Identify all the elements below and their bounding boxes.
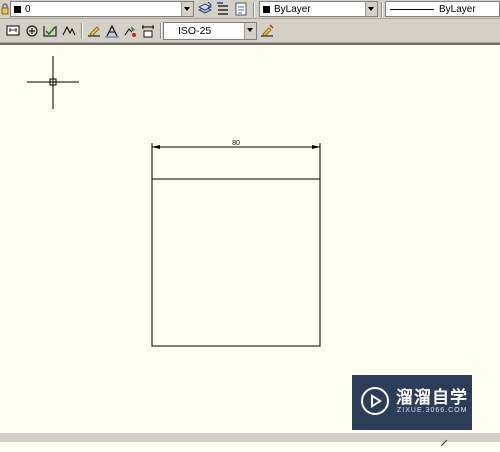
- status-tray-icon[interactable]: [440, 434, 448, 447]
- color-control-dropdown[interactable]: ByLayer: [259, 1, 378, 17]
- linear-dimension[interactable]: [151, 143, 321, 179]
- layer-previous-icon[interactable]: [214, 0, 232, 18]
- chevron-down-icon[interactable]: [365, 2, 377, 16]
- dimension-baseline-icon[interactable]: [4, 22, 22, 40]
- toolbar-separator: [253, 2, 255, 17]
- crosshair-cursor-icon: [27, 56, 79, 109]
- dimension-style-manager-icon[interactable]: [258, 22, 276, 40]
- dimension-style-dropdown[interactable]: ISO-25: [163, 22, 257, 40]
- layer-lock-icon[interactable]: [0, 0, 10, 18]
- toolbar-separator: [160, 23, 162, 39]
- dimension-update-icon[interactable]: [121, 22, 139, 40]
- dimension-jogged-linear-icon[interactable]: [60, 22, 78, 40]
- chevron-down-icon[interactable]: [181, 2, 193, 16]
- watermark-brand-name: 溜溜自学: [396, 388, 468, 408]
- layer-dropdown-value: 0: [25, 4, 31, 15]
- dimension-style-value: ISO-25: [178, 25, 212, 37]
- chevron-down-icon[interactable]: [244, 23, 256, 39]
- layer-states-icon[interactable]: [232, 0, 250, 18]
- toolbar-separator: [381, 2, 383, 17]
- drawing-canvas[interactable]: 80: [0, 45, 500, 432]
- watermark-logo: 溜溜自学 ZIXUE.3066.COM: [352, 375, 472, 430]
- color-swatch: [263, 6, 270, 13]
- layer-dropdown[interactable]: 0: [10, 1, 194, 17]
- drawn-rectangle[interactable]: [151, 178, 321, 347]
- dimension-text-edit-icon[interactable]: [103, 22, 121, 40]
- dimension-reassociate-icon[interactable]: [139, 22, 157, 40]
- color-control-value: ByLayer: [274, 4, 311, 15]
- dimension-toolbar: ISO-25: [0, 19, 500, 43]
- dimension-center-mark-icon[interactable]: [23, 22, 41, 40]
- layer-color-swatch: [14, 6, 21, 13]
- make-object-layer-current-icon[interactable]: [196, 0, 214, 18]
- tolerance-icon[interactable]: [41, 22, 59, 40]
- linetype-control-dropdown[interactable]: ByLayer: [385, 1, 500, 17]
- dimension-text: 80: [232, 140, 240, 147]
- watermark-brand-url: ZIXUE.3066.COM: [397, 407, 468, 414]
- linetype-sample-line: [390, 9, 434, 10]
- toolbar-separator: [81, 23, 83, 39]
- status-bar: [0, 432, 500, 447]
- play-logo-icon: [361, 387, 389, 415]
- dimension-edit-icon[interactable]: [85, 22, 103, 40]
- layers-properties-toolbar: 0 ByLayer ByLayer: [0, 0, 500, 19]
- linetype-control-value: ByLayer: [439, 4, 476, 15]
